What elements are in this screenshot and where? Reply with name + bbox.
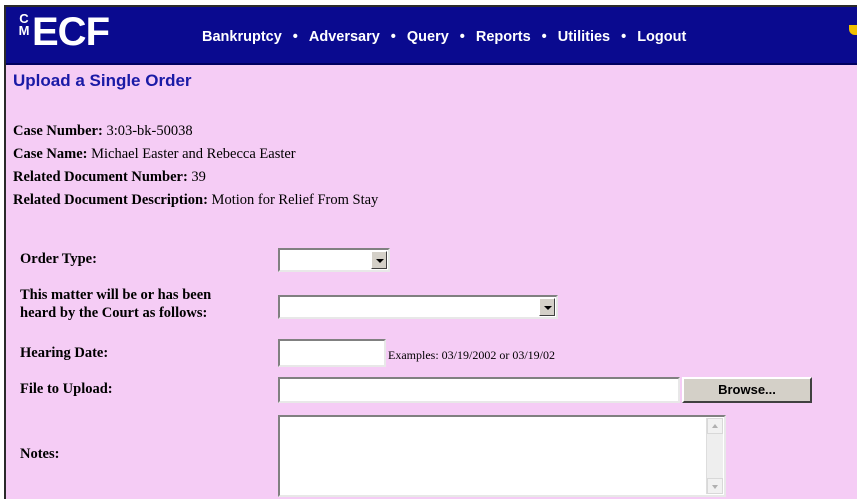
- menu-item-adversary[interactable]: Adversary: [309, 29, 380, 45]
- heard-by-court-select[interactable]: [278, 295, 558, 319]
- heard-by-court-label-line2: heard by the Court as follows:: [20, 305, 208, 321]
- hearing-date-hint: Examples: 03/19/2002 or 03/19/02: [388, 348, 555, 362]
- related-doc-number-label: Related Document Number:: [13, 169, 188, 185]
- heard-by-court-dropdown-arrow-icon[interactable]: [539, 298, 555, 316]
- main-menu: Bankruptcy • Adversary • Query • Reports • Utili…: [202, 29, 686, 45]
- logo-ecf-text: ECF: [32, 10, 110, 54]
- order-type-dropdown-arrow-icon[interactable]: [371, 251, 387, 269]
- heard-by-court-label: This matter will be or has been heard by…: [20, 286, 211, 322]
- menu-item-utilities[interactable]: Utilities: [558, 29, 610, 45]
- menu-separator: •: [621, 29, 627, 45]
- case-number-value: 3:03-bk-50038: [106, 123, 193, 139]
- related-doc-number-value: 39: [191, 169, 206, 185]
- order-type-select[interactable]: [278, 248, 390, 272]
- file-to-upload-input[interactable]: [278, 377, 680, 403]
- menu-item-logout[interactable]: Logout: [637, 29, 686, 45]
- scroll-up-arrow-icon[interactable]: [707, 418, 723, 434]
- top-navigation-bar: C M ECF Bankruptcy • Adversary • Query • Repor…: [6, 7, 857, 65]
- case-number-row: Case Number: 3:03-bk-50038: [13, 123, 193, 140]
- hearing-date-label: Hearing Date:: [20, 345, 109, 361]
- notes-textarea[interactable]: [278, 415, 726, 497]
- menu-separator: •: [541, 29, 547, 45]
- logo-cm-letter-m: M: [18, 23, 30, 38]
- scroll-down-arrow-icon[interactable]: [707, 478, 723, 494]
- menu-item-bankruptcy[interactable]: Bankruptcy: [202, 29, 282, 45]
- case-name-row: Case Name: Michael Easter and Rebecca Ea…: [13, 146, 296, 163]
- case-name-label: Case Name:: [13, 146, 88, 162]
- browse-button[interactable]: Browse...: [682, 377, 812, 403]
- related-doc-number-row: Related Document Number: 39: [13, 169, 206, 186]
- menu-separator: •: [459, 29, 465, 45]
- case-number-label: Case Number:: [13, 123, 103, 139]
- menu-separator: •: [390, 29, 396, 45]
- related-doc-description-label: Related Document Description:: [13, 192, 208, 208]
- related-doc-description-value: Motion for Relief From Stay: [211, 192, 379, 208]
- case-name-value: Michael Easter and Rebecca Easter: [91, 146, 296, 162]
- order-type-label: Order Type:: [20, 251, 97, 267]
- notes-label: Notes:: [20, 446, 60, 462]
- file-to-upload-label: File to Upload:: [20, 381, 113, 397]
- page-title: Upload a Single Order: [13, 71, 192, 90]
- menu-item-query[interactable]: Query: [407, 29, 449, 45]
- logo-cm-text: C M: [18, 12, 30, 38]
- hearing-date-input[interactable]: [278, 339, 386, 367]
- menu-separator: •: [292, 29, 298, 45]
- corner-decoration: [849, 25, 857, 35]
- heard-by-court-label-line1: This matter will be or has been: [20, 287, 212, 303]
- menu-item-reports[interactable]: Reports: [476, 29, 531, 45]
- page-frame: C M ECF Bankruptcy • Adversary • Query • Repor…: [4, 5, 857, 499]
- notes-scrollbar[interactable]: [706, 418, 723, 494]
- related-doc-description-row: Related Document Description: Motion for…: [13, 192, 378, 209]
